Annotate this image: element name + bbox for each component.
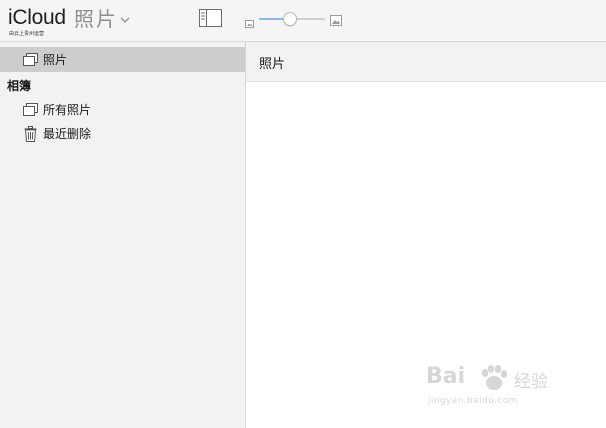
sidebar-item-photos[interactable]: 照片 bbox=[0, 47, 245, 72]
sidebar: 照片 相簿 所有照片 最近删除 bbox=[0, 42, 246, 428]
photos-stack-icon bbox=[22, 102, 38, 118]
sidebar-item-label: 最近删除 bbox=[43, 127, 92, 141]
photos-stack-icon bbox=[22, 52, 38, 68]
main-header: 照片 bbox=[246, 42, 606, 82]
top-toolbar: iCloud 由云上贵州运营 照片 bbox=[0, 0, 606, 42]
page-title: 照片 bbox=[259, 57, 286, 72]
small-image-icon[interactable] bbox=[245, 15, 254, 33]
app-title: 照片 bbox=[74, 7, 118, 31]
app-switcher[interactable]: 照片 bbox=[74, 7, 130, 31]
sidebar-item-all-photos[interactable]: 所有照片 bbox=[0, 97, 245, 122]
zoom-slider-thumb[interactable] bbox=[283, 12, 298, 26]
main-content: 照片 bbox=[246, 42, 606, 428]
sidebar-toggle-button[interactable] bbox=[199, 9, 222, 27]
large-image-icon[interactable] bbox=[330, 13, 342, 31]
sidebar-toggle-icon bbox=[199, 9, 222, 27]
photo-grid-area[interactable] bbox=[246, 82, 606, 428]
zoom-slider[interactable] bbox=[259, 12, 325, 26]
thumbnail-size-control bbox=[245, 12, 343, 28]
brand-name: iCloud bbox=[8, 6, 66, 29]
icloud-photos-window: iCloud 由云上贵州运营 照片 照片 相簿 所有照片 最近删除 照片 Bai… bbox=[0, 0, 606, 428]
trash-icon bbox=[22, 125, 38, 142]
albums-section-title: 相簿 bbox=[7, 79, 32, 93]
chevron-down-icon bbox=[120, 11, 130, 29]
icloud-logo[interactable]: iCloud 由云上贵州运营 bbox=[8, 6, 66, 37]
sidebar-item-label: 所有照片 bbox=[43, 103, 92, 117]
sidebar-item-recently-deleted[interactable]: 最近删除 bbox=[0, 121, 245, 146]
brand-subtitle: 由云上贵州运营 bbox=[9, 31, 45, 37]
sidebar-item-label: 照片 bbox=[43, 53, 68, 67]
